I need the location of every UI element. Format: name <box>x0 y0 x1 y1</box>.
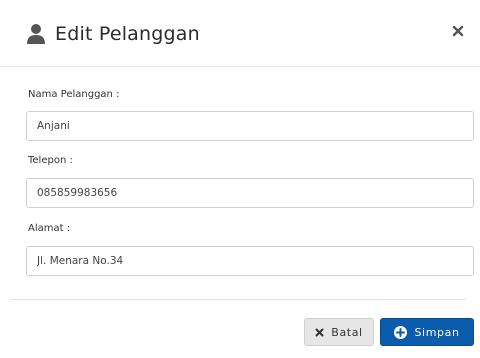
cancel-label: Batal <box>331 325 363 339</box>
address-input[interactable] <box>26 246 474 276</box>
user-icon <box>27 24 45 44</box>
phone-label: Telepon : <box>28 155 73 166</box>
phone-input[interactable] <box>26 178 474 208</box>
cancel-button[interactable]: Batal <box>304 318 374 346</box>
footer-divider <box>10 299 466 300</box>
modal-header: Edit Pelanggan <box>0 0 480 67</box>
save-button[interactable]: Simpan <box>380 318 474 346</box>
modal-title: Edit Pelanggan <box>55 23 200 45</box>
name-label: Nama Pelanggan : <box>28 89 120 100</box>
save-label: Simpan <box>414 325 460 339</box>
plus-circle-icon <box>394 325 408 339</box>
address-label: Alamat : <box>28 223 71 234</box>
name-input[interactable] <box>26 111 474 141</box>
modal-title-group: Edit Pelanggan <box>26 22 200 46</box>
close-icon[interactable] <box>451 24 465 38</box>
edit-customer-modal: Edit Pelanggan Nama Pelanggan : Telepon … <box>0 0 480 358</box>
x-icon <box>315 328 324 336</box>
